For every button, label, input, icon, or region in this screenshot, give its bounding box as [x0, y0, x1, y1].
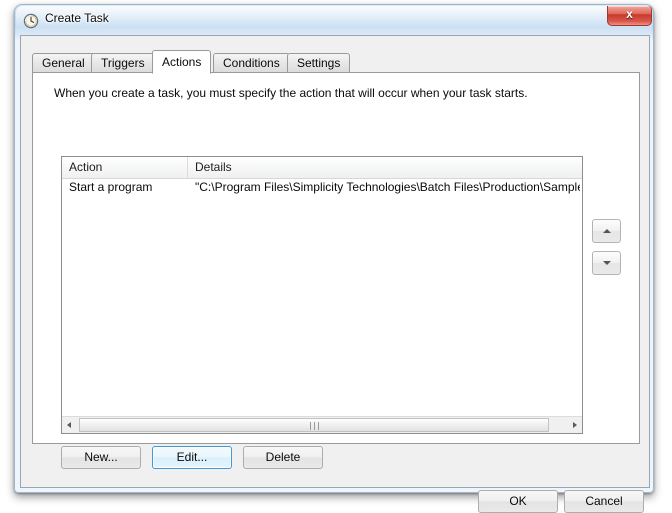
- close-icon: x: [626, 7, 633, 21]
- move-action-up-button[interactable]: [592, 219, 621, 243]
- actions-list[interactable]: Action Details Start a program "C:\Progr…: [61, 156, 583, 434]
- tab-strip: General Triggers Actions Conditions Sett…: [32, 50, 632, 74]
- column-header-action[interactable]: Action: [62, 157, 188, 178]
- scroll-right-icon[interactable]: [566, 417, 582, 433]
- window-title: Create Task: [45, 11, 109, 25]
- triangle-left-icon: [67, 422, 71, 428]
- move-action-down-button[interactable]: [592, 251, 621, 275]
- tab-triggers[interactable]: Triggers: [91, 53, 155, 73]
- horizontal-scrollbar[interactable]: [62, 416, 582, 433]
- tab-general[interactable]: General: [32, 53, 95, 73]
- close-button[interactable]: x: [607, 6, 652, 26]
- title-bar[interactable]: Create Task x: [15, 5, 655, 35]
- arrow-up-icon: [602, 229, 611, 233]
- create-task-dialog: Create Task x General Triggers Actions C…: [14, 4, 655, 513]
- cell-details: "C:\Program Files\Simplicity Technologie…: [195, 180, 580, 194]
- new-button[interactable]: New...: [61, 446, 141, 469]
- ok-button[interactable]: OK: [478, 490, 558, 513]
- tab-settings[interactable]: Settings: [287, 53, 351, 73]
- column-header-details[interactable]: Details: [188, 157, 582, 178]
- cancel-button[interactable]: Cancel: [564, 490, 644, 513]
- dialog-client-area: General Triggers Actions Conditions Sett…: [20, 35, 650, 513]
- scrollbar-grip-icon: [310, 422, 319, 430]
- instruction-text: When you create a task, you must specify…: [54, 86, 528, 100]
- list-header-row: Action Details: [62, 157, 582, 179]
- clock-icon: [23, 13, 39, 29]
- scroll-left-icon[interactable]: [62, 417, 78, 433]
- scrollbar-thumb[interactable]: [79, 418, 549, 432]
- tab-conditions[interactable]: Conditions: [213, 53, 290, 73]
- edit-button[interactable]: Edit...: [152, 446, 232, 469]
- arrow-down-icon: [602, 261, 611, 265]
- tab-actions[interactable]: Actions: [152, 50, 212, 74]
- list-body: Start a program "C:\Program Files\Simpli…: [62, 178, 582, 416]
- delete-button[interactable]: Delete: [243, 446, 323, 469]
- triangle-right-icon: [573, 422, 577, 428]
- table-row[interactable]: Start a program "C:\Program Files\Simpli…: [62, 178, 582, 198]
- cell-action: Start a program: [69, 180, 153, 194]
